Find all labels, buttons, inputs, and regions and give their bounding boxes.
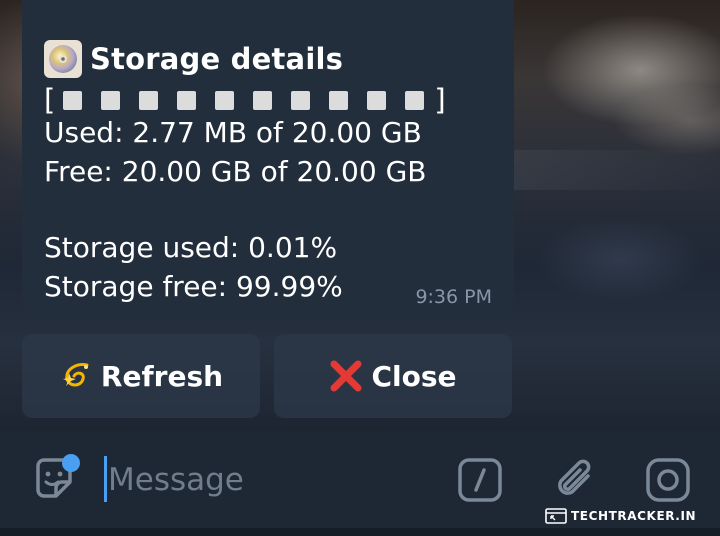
bar-cell [367, 90, 387, 110]
close-button[interactable]: Close [274, 334, 512, 418]
storage-used-line: Storage used: 0.01% [44, 231, 338, 264]
bar-cell [405, 90, 425, 110]
message-title: Storage details [90, 42, 344, 76]
text-cursor [104, 456, 107, 502]
techtracker-watermark: TECHTRACKER.IN [545, 506, 696, 526]
used-line: Used: 2.77 MB of 20.00 GB [44, 116, 422, 149]
bar-cell [329, 90, 349, 110]
bar-cell [101, 90, 121, 110]
bar-cell [215, 90, 235, 110]
nav-area [0, 528, 720, 536]
message-input[interactable] [108, 456, 428, 504]
close-label: Close [371, 359, 457, 393]
optical-disc-icon [44, 40, 82, 78]
refresh-label: Refresh [100, 359, 224, 393]
attach-paperclip-icon[interactable] [552, 456, 600, 504]
watermark-logo-icon [545, 508, 567, 524]
bar-open-bracket: [ [44, 83, 56, 117]
camera-icon[interactable] [644, 456, 692, 504]
commands-slash-icon[interactable] [456, 456, 504, 504]
storage-free-line: Storage free: 99.99% [44, 270, 343, 303]
bar-cell [63, 90, 83, 110]
message-bubble[interactable]: Storage details [ ] Used: 2.77 MB of 20.… [22, 0, 514, 320]
watermark-text: TECHTRACKER.IN [571, 509, 697, 523]
bar-cells [63, 90, 425, 110]
message-title-row: Storage details [44, 40, 343, 78]
sticker-notification-dot [62, 454, 80, 472]
bar-cell [291, 90, 311, 110]
message-timestamp: 9:36 PM [415, 286, 492, 308]
storage-progress-bar: [ ] [44, 80, 446, 120]
cross-mark-icon [329, 359, 363, 393]
bar-cell [139, 90, 159, 110]
bar-cell [253, 90, 273, 110]
bar-close-bracket: ] [434, 83, 446, 117]
refresh-button[interactable]: Refresh [22, 334, 260, 418]
dizzy-star-icon [59, 359, 93, 393]
free-line: Free: 20.00 GB of 20.00 GB [44, 155, 427, 188]
bar-cell [177, 90, 197, 110]
